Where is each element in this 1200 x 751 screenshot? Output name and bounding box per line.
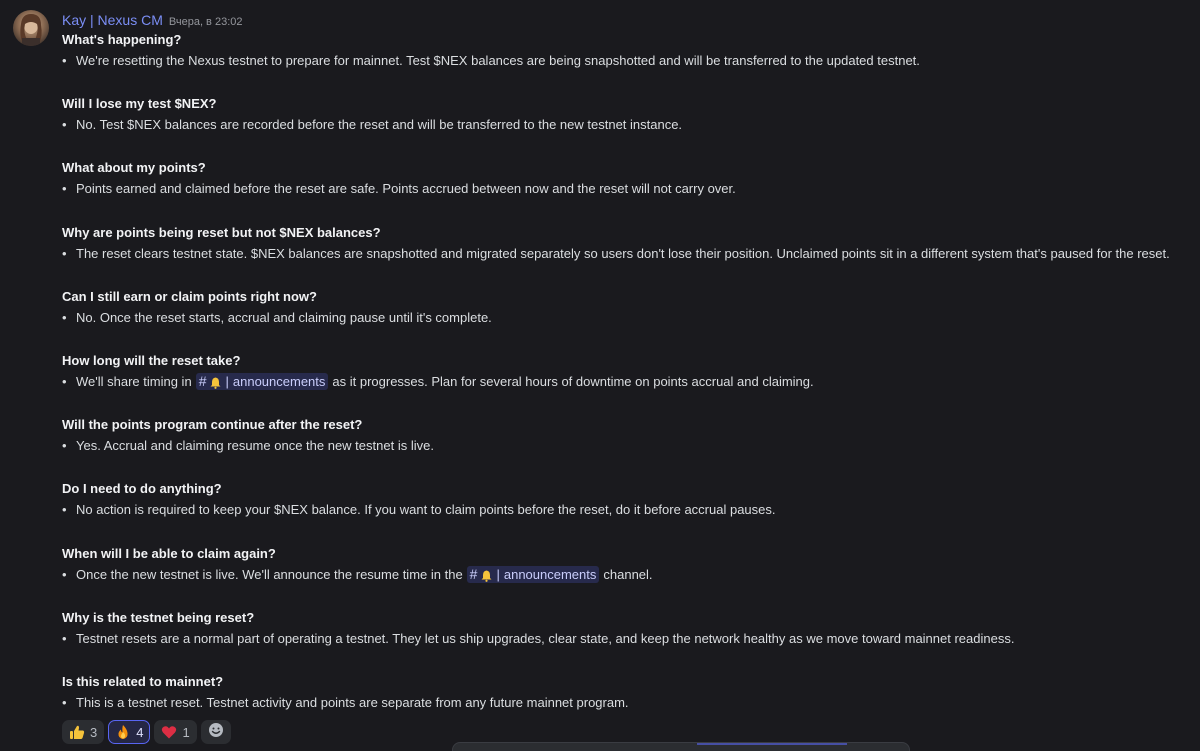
bullet-point: • <box>62 373 67 389</box>
heart-icon <box>161 724 177 740</box>
smile-icon <box>208 722 224 743</box>
answer-text: No. Test $NEX balances are recorded befo… <box>76 117 683 133</box>
bullet-point: • <box>62 502 67 518</box>
answer-text: Points earned and claimed before the res… <box>76 181 736 197</box>
channel-hash-icon: # <box>198 373 207 390</box>
faq-answer: • Once the new testnet is live. We'll ann… <box>62 566 653 584</box>
faq-answer: • We'll share timing in # | announcements as … <box>62 373 814 391</box>
faq-answer: • Yes. Accrual and claiming resume once t… <box>62 437 434 455</box>
reaction-thumbs-up[interactable]: 3 <box>62 720 105 744</box>
bell-icon <box>210 376 221 389</box>
faq-item: When will I be able to claim again? • Once… <box>62 545 1192 609</box>
faq-question: How long will the reset take? <box>62 352 241 368</box>
faq-item: What's happening? • We're resetting the Ne… <box>62 31 1192 95</box>
faq-answer: • Points earned and claimed before the re… <box>62 180 736 198</box>
faq-question: Will I lose my test $NEX? <box>62 96 217 112</box>
faq-item: Will I lose my test $NEX? • No. Test $NEX … <box>62 95 1192 159</box>
faq-answer: • No. Test $NEX balances are recorded bef… <box>62 116 682 134</box>
answer-text: The reset clears testnet state. $NEX bal… <box>76 245 1170 261</box>
bell-icon <box>481 569 492 582</box>
faq-list: What's happening? • We're resetting the Ne… <box>62 31 1192 737</box>
answer-text: We're resetting the Nexus testnet to pre… <box>76 53 920 68</box>
faq-question: Can I still earn or claim points right n… <box>62 288 317 304</box>
answer-text: as it progresses. Plan for several hours… <box>332 373 814 389</box>
reaction-count: 4 <box>136 724 144 740</box>
faq-question: Why are points being reset but not $NEX … <box>62 224 381 240</box>
faq-answer: • The reset clears testnet state. $NEX ba… <box>62 245 1170 263</box>
bullet-point: • <box>62 694 67 710</box>
faq-answer: • No action is required to keep your $NEX… <box>62 501 776 519</box>
answer-text: We'll share timing in <box>76 373 192 389</box>
bullet-point: • <box>62 245 67 261</box>
bullet-point: • <box>62 566 67 582</box>
answer-text: No. Once the reset starts, accrual and c… <box>76 309 492 325</box>
faq-item: Do I need to do anything? • No action is r… <box>62 480 1192 544</box>
answer-text: Yes. Accrual and claiming resume once th… <box>76 438 434 454</box>
faq-answer: • Testnet resets are a normal part of ope… <box>62 630 1014 648</box>
faq-question: When will I be able to claim again? <box>62 545 276 561</box>
channel-hash-icon: # <box>469 566 478 582</box>
bullet-point: • <box>62 181 67 197</box>
reactions-bar: 3 4 1 <box>62 720 231 744</box>
faq-question: What's happening? <box>62 32 182 47</box>
faq-question: Do I need to do anything? <box>62 481 222 497</box>
faq-item: Can I still earn or claim points right n… <box>62 288 1192 352</box>
answer-text: Testnet resets are a normal part of oper… <box>76 630 1015 646</box>
faq-question: What about my points? <box>62 160 206 176</box>
bullet-point: • <box>62 117 67 133</box>
faq-item: Will the points program continue after t… <box>62 416 1192 480</box>
faq-answer: • No. Once the reset starts, accrual and … <box>62 309 492 327</box>
channel-name: announcements <box>503 567 597 582</box>
bullet-point: • <box>62 53 67 68</box>
faq-question: Is this related to mainnet? <box>62 673 224 689</box>
chat-message: Kay | Nexus CM Вчера, в 23:02 What's hap… <box>0 0 1200 751</box>
faq-item: Why are points being reset but not $NEX … <box>62 224 1192 288</box>
reaction-count: 1 <box>182 724 190 740</box>
faq-answer: • This is a testnet reset. Testnet activi… <box>62 694 629 712</box>
message-timestamp: Вчера, в 23:02 <box>168 16 243 28</box>
message-header: Kay | Nexus CM Вчера, в 23:02 <box>62 12 243 30</box>
reaction-fire[interactable]: 4 <box>108 720 151 744</box>
faq-item: What about my points? • Points earned and … <box>62 159 1192 223</box>
input-accent <box>697 743 847 745</box>
faq-item: How long will the reset take? • We'll shar… <box>62 352 1192 416</box>
answer-text: channel. <box>603 566 653 582</box>
author-avatar[interactable] <box>13 10 49 46</box>
channel-separator: | <box>496 567 500 582</box>
reaction-heart[interactable]: 1 <box>154 720 197 744</box>
faq-item: Why is the testnet being reset? • Testnet … <box>62 609 1192 673</box>
answer-text: This is a testnet reset. Testnet activit… <box>76 694 629 710</box>
channel-separator: | <box>225 374 229 390</box>
thumbs-up-icon <box>69 724 85 740</box>
faq-item: Is this related to mainnet? • This is a te… <box>62 673 1192 737</box>
channel-mention-announcements[interactable]: # | announcements <box>466 566 600 583</box>
channel-name: announcements <box>232 374 326 390</box>
message-input-bar[interactable] <box>452 742 910 751</box>
answer-text: No action is required to keep your $NEX … <box>76 502 776 518</box>
bullet-point: • <box>62 438 67 454</box>
add-reaction-button[interactable] <box>200 720 231 744</box>
bullet-point: • <box>62 309 67 325</box>
faq-question: Why is the testnet being reset? <box>62 609 255 625</box>
fire-icon <box>115 724 131 740</box>
faq-question: Will the points program continue after t… <box>62 417 363 433</box>
faq-answer: • We're resetting the Nexus testnet to pr… <box>62 52 920 70</box>
answer-text: Once the new testnet is live. We'll anno… <box>76 566 463 582</box>
channel-mention-announcements[interactable]: # | announcements <box>195 373 329 391</box>
reaction-count: 3 <box>90 724 98 740</box>
author-name[interactable]: Kay | Nexus CM <box>62 12 163 28</box>
bullet-point: • <box>62 630 67 646</box>
